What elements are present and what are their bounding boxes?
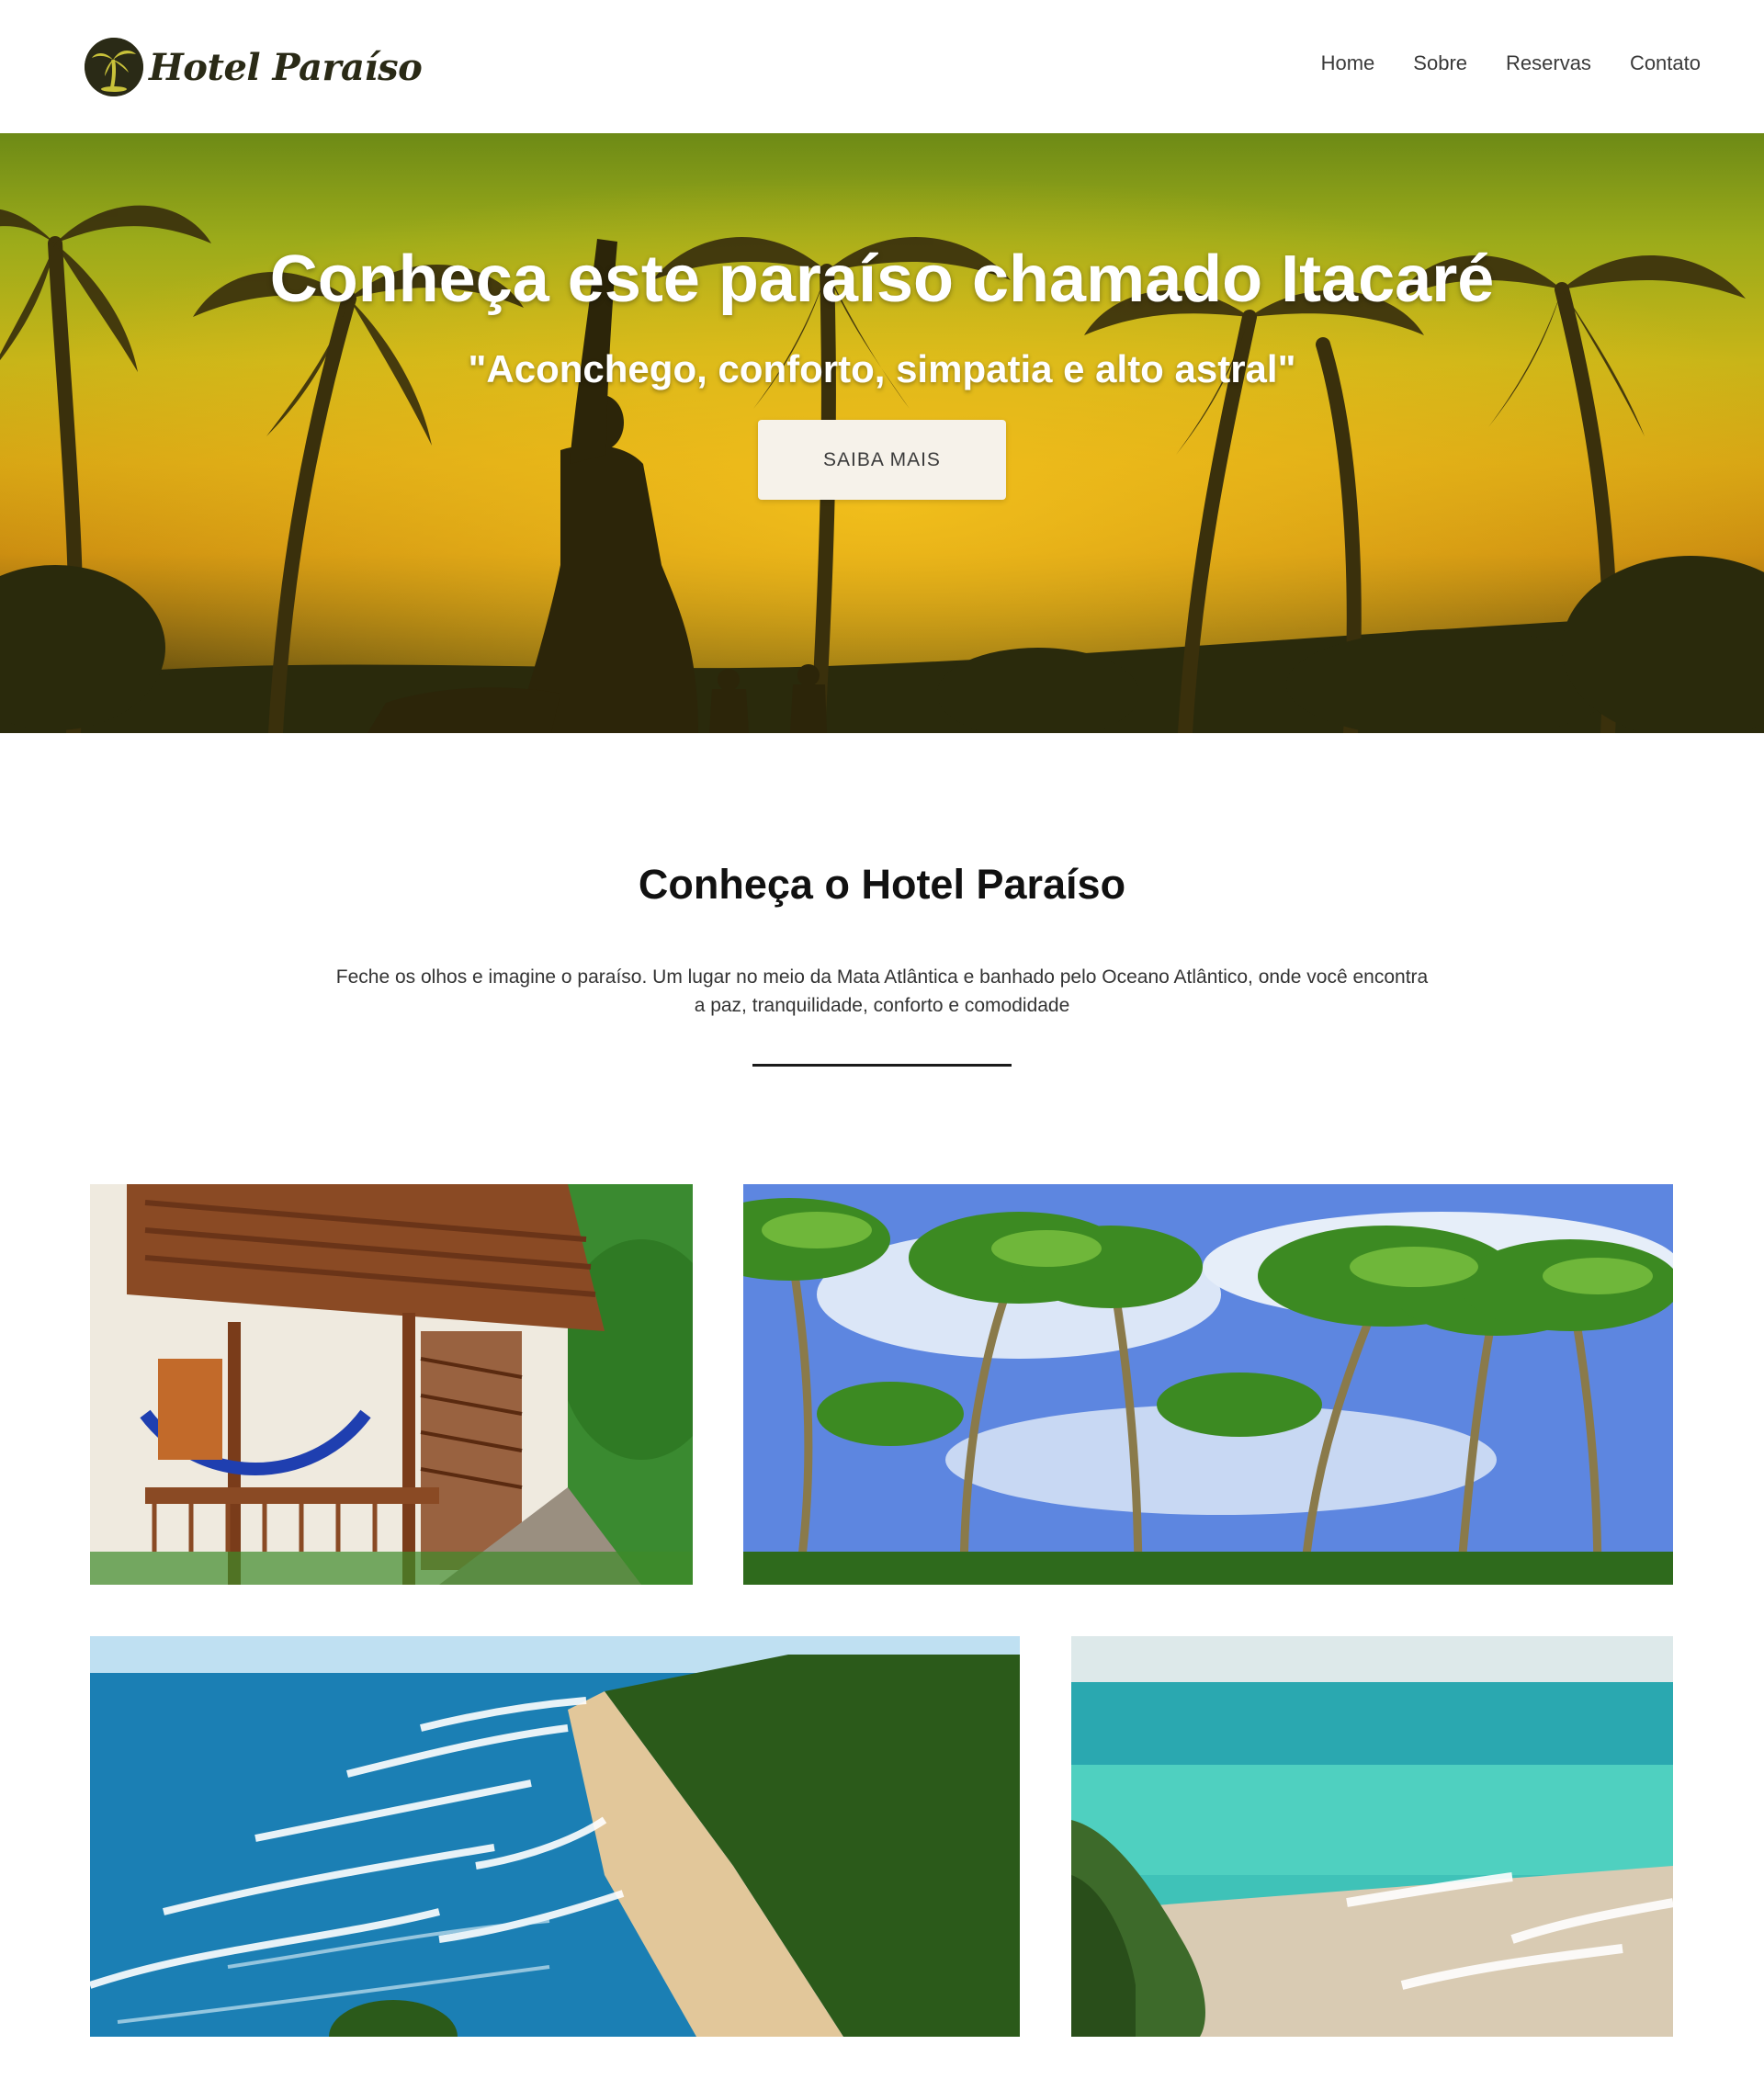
palm-tree-icon (85, 38, 143, 96)
nav-sobre[interactable]: Sobre (1413, 51, 1467, 75)
section-divider (752, 1064, 1012, 1067)
nav-home[interactable]: Home (1321, 51, 1375, 75)
site-header: Hotel Paraíso Home Sobre Reservas Contat… (0, 0, 1764, 133)
nav-reservas[interactable]: Reservas (1506, 51, 1591, 75)
site-logo[interactable]: Hotel Paraíso (85, 35, 423, 99)
gallery-photo-hotel-veranda[interactable] (90, 1184, 693, 1585)
about-description: Feche os olhos e imagine o paraíso. Um l… (335, 966, 1429, 1016)
gallery-photo-beach-aerial[interactable] (90, 1636, 1020, 2037)
logo-text: Hotel Paraíso (149, 45, 423, 89)
nav-contato[interactable]: Contato (1630, 51, 1701, 75)
gallery-photo-turquoise-sea[interactable] (1071, 1636, 1673, 2037)
hero-subtitle: "Aconchego, conforto, simpatia e alto as… (468, 347, 1296, 390)
gallery-photo-palm-trees[interactable] (743, 1184, 1673, 1585)
saiba-mais-button[interactable]: SAIBA MAIS (758, 420, 1006, 500)
hero-title: Conheça este paraíso chamado Itacaré (269, 243, 1495, 316)
main-nav: Home Sobre Reservas Contato (1283, 51, 1701, 75)
hero-banner: Conheça este paraíso chamado Itacaré "Ac… (0, 133, 1764, 733)
about-title: Conheça o Hotel Paraíso (638, 861, 1126, 908)
